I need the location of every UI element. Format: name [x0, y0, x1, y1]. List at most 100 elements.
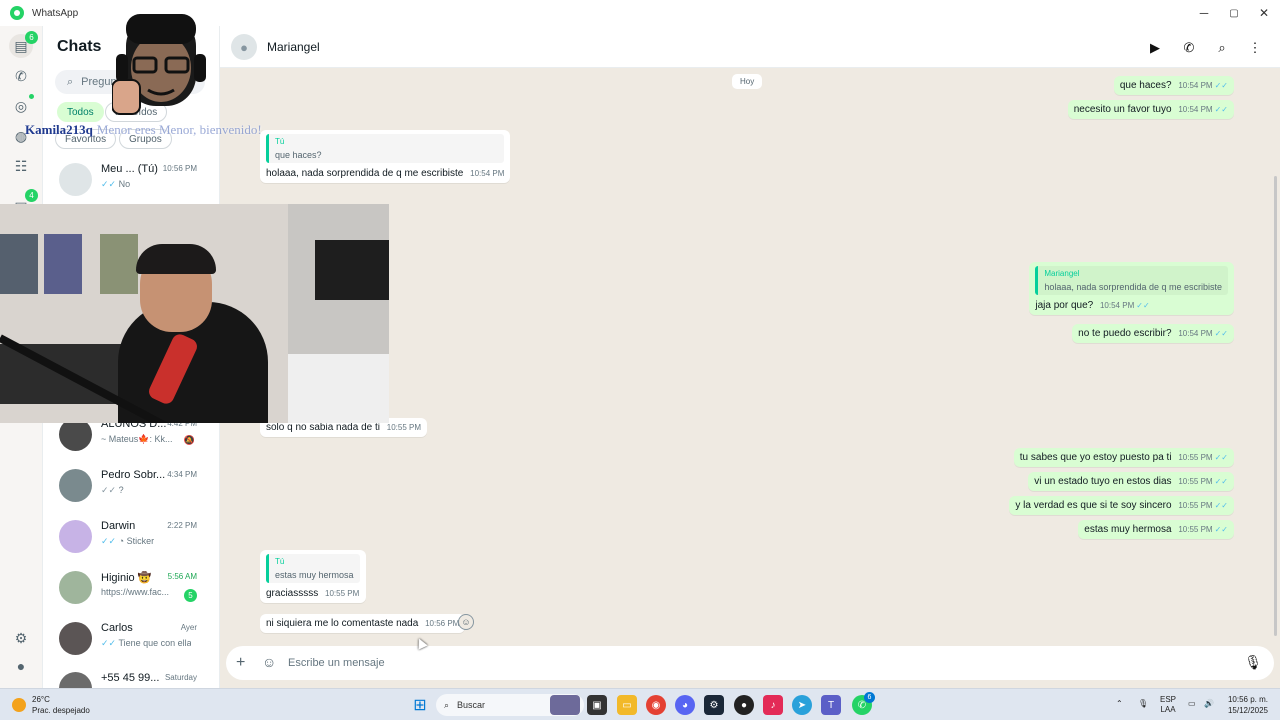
message-incoming[interactable]: Tú que haces? holaaa, nada sorprendida de… — [260, 130, 511, 183]
chat-item-phone[interactable]: +55 45 99... Saturday — [43, 664, 219, 688]
alert-username: Kamila213q — [25, 122, 93, 137]
communities-badge: 4 — [25, 189, 38, 202]
search-icon: ⌕ — [444, 699, 450, 710]
message-outgoing[interactable]: necesito un favor tuyo 10:54 PM ✓✓ — [1067, 100, 1234, 119]
message-text: ni siquiera me lo comentaste nada — [266, 618, 419, 629]
chat-item-darwin[interactable]: Darwin 2:22 PM ✓✓ ◔ Sticker — [43, 512, 219, 562]
message-incoming[interactable]: Tú estas muy hermosa graciasssss 10:55 PM — [260, 550, 366, 603]
network-icon[interactable]: ▭ — [1188, 699, 1196, 709]
read-ticks-icon: ✓✓ — [1214, 453, 1228, 462]
message-outgoing[interactable]: no te puedo escribir? 10:54 PM ✓✓ — [1072, 324, 1234, 343]
message-incoming[interactable]: ni siquiera me lo comentaste nada 10:56 … — [260, 614, 466, 633]
read-ticks-icon: ✓✓ — [1214, 329, 1228, 338]
chat-name: Meu ... — [101, 163, 135, 175]
chat-time: 4:34 PM — [167, 470, 197, 479]
quoted-message[interactable]: Mariangel holaaa, nada sorprendida de q m… — [1035, 266, 1228, 295]
chat-item-carlos[interactable]: Carlos Ayer ✓✓ Tiene que con ella — [43, 614, 219, 664]
message-scrollbar[interactable] — [1274, 176, 1277, 636]
teams-icon[interactable]: T — [821, 695, 841, 715]
close-button[interactable]: ✕ — [1248, 0, 1280, 26]
contact-avatar[interactable]: ● — [231, 34, 257, 60]
tiktok-icon[interactable]: ♪ — [763, 695, 783, 715]
volume-icon[interactable]: 🔊 — [1204, 699, 1214, 709]
chat-preview: ? — [118, 485, 124, 495]
message-outgoing[interactable]: y la verdad es que si te soy sincero 10:… — [1009, 496, 1234, 515]
react-emoji-icon[interactable]: ☺ — [458, 614, 474, 630]
system-clock[interactable]: 10:56 p. m. 15/12/2025 — [1228, 694, 1268, 716]
attach-plus-icon[interactable]: + — [236, 654, 245, 672]
chat-header[interactable]: ● Mariangel ▶ ✆ ⌕ ⋮ — [220, 26, 1280, 68]
temperature: 26°C — [32, 695, 50, 704]
streamer-avatar-overlay — [112, 14, 206, 115]
avatar — [59, 622, 92, 655]
telegram-icon[interactable]: ➤ — [792, 695, 812, 715]
obs-icon[interactable]: ● — [734, 695, 754, 715]
language-indicator: ESP — [1160, 695, 1177, 704]
windows-start-icon[interactable]: ⊞ — [410, 695, 430, 715]
read-ticks-icon: ✓✓ — [1136, 301, 1150, 310]
settings-icon[interactable]: ⚙ — [9, 626, 33, 650]
whatsapp-logo-icon — [10, 6, 24, 20]
message-text: solo q no sabia nada de ti — [266, 422, 380, 433]
task-view-icon[interactable]: ▣ — [587, 695, 607, 715]
status-dot — [29, 94, 34, 99]
quote-author: Mariangel — [1044, 269, 1080, 278]
chrome-icon[interactable]: ◉ — [646, 695, 666, 715]
video-call-icon[interactable]: ▶ — [1145, 38, 1165, 58]
read-ticks-icon: ✓✓ — [1214, 501, 1228, 510]
tray-chevron-icon[interactable]: ⌃ — [1116, 699, 1123, 709]
search-icon[interactable]: ⌕ — [1212, 38, 1232, 58]
filter-all[interactable]: Todos — [57, 102, 104, 122]
chat-item-self[interactable]: Meu ... (Tú) 10:56 PM ✓✓ No — [43, 155, 219, 205]
emoji-sticker-icon[interactable]: ☺ — [262, 654, 276, 670]
message-outgoing[interactable]: vi un estado tuyo en estos dias 10:55 PM… — [1028, 472, 1234, 491]
message-text: que haces? — [1119, 80, 1172, 91]
read-ticks-icon: ✓✓ — [101, 638, 117, 648]
minimize-button[interactable]: ─ — [1188, 0, 1220, 26]
tray-mic-icon[interactable]: 🎙 — [1138, 699, 1148, 709]
chat-preview: ~ Mateus🍁: Kk... — [101, 434, 173, 444]
message-outgoing[interactable]: que haces? 10:54 PM ✓✓ — [1113, 76, 1234, 95]
maximize-button[interactable]: ▢ — [1218, 0, 1250, 26]
chat-name: Higinio 🤠 — [101, 572, 152, 584]
file-explorer-icon[interactable]: ▭ — [617, 695, 637, 715]
communities-icon[interactable]: ☷ — [9, 154, 33, 178]
message-input[interactable] — [288, 652, 1208, 674]
message-outgoing[interactable]: tu sabes que yo estoy puesto pa ti 10:55… — [1013, 448, 1234, 467]
message-time: 10:54 PM — [1178, 329, 1213, 338]
calls-icon[interactable]: ✆ — [9, 64, 33, 88]
chats-unread-badge: 6 — [25, 31, 38, 44]
read-ticks-icon: ✓✓ — [1214, 477, 1228, 486]
webcam-overlay — [0, 204, 389, 423]
discord-icon[interactable]: ◕ — [675, 695, 695, 715]
message-text: tu sabes que yo estoy puesto pa ti — [1019, 452, 1172, 463]
read-ticks-icon: ✓✓ — [101, 536, 117, 546]
chat-name: Pedro Sobr... — [101, 469, 166, 481]
message-outgoing[interactable]: estas muy hermosa 10:55 PM ✓✓ — [1078, 520, 1234, 539]
profile-icon[interactable]: ● — [9, 654, 33, 678]
message-time: 10:54 PM — [1178, 81, 1213, 90]
quoted-message[interactable]: Tú estas muy hermosa — [266, 554, 360, 583]
chat-item-higinio[interactable]: Higinio 🤠 5:56 AM https://www.fac... 5 — [43, 563, 219, 613]
game-thumbnail-icon[interactable] — [550, 695, 580, 715]
message-text: graciasssss — [266, 588, 319, 599]
message-text: necesito un favor tuyo — [1073, 104, 1172, 115]
avatar — [59, 672, 92, 688]
contact-name[interactable]: Mariangel — [267, 40, 320, 54]
weather-widget[interactable]: 26°C Prac. despejado — [12, 694, 90, 716]
message-outgoing[interactable]: Mariangel holaaa, nada sorprendida de q m… — [1029, 262, 1234, 315]
menu-icon[interactable]: ⋮ — [1245, 38, 1265, 58]
steam-icon[interactable]: ⚙ — [704, 695, 724, 715]
unread-badge: 5 — [184, 589, 197, 602]
muted-icon: 🔕 — [183, 435, 195, 445]
message-time: 10:54 PM — [1099, 301, 1135, 310]
voice-call-icon[interactable]: ✆ — [1179, 38, 1199, 58]
chat-time: Saturday — [164, 673, 197, 682]
chat-time: 5:56 AM — [167, 572, 197, 581]
chat-item-pedro[interactable]: Pedro Sobr... 4:34 PM ✓✓ ? — [43, 461, 219, 511]
quoted-message[interactable]: Tú que haces? — [266, 134, 505, 163]
message-time: 10:55 PM — [1178, 453, 1213, 462]
read-ticks-icon: ✓✓ — [1214, 525, 1228, 534]
microphone-icon[interactable]: 🎙 — [1244, 654, 1262, 671]
message-text: estas muy hermosa — [1084, 524, 1172, 535]
